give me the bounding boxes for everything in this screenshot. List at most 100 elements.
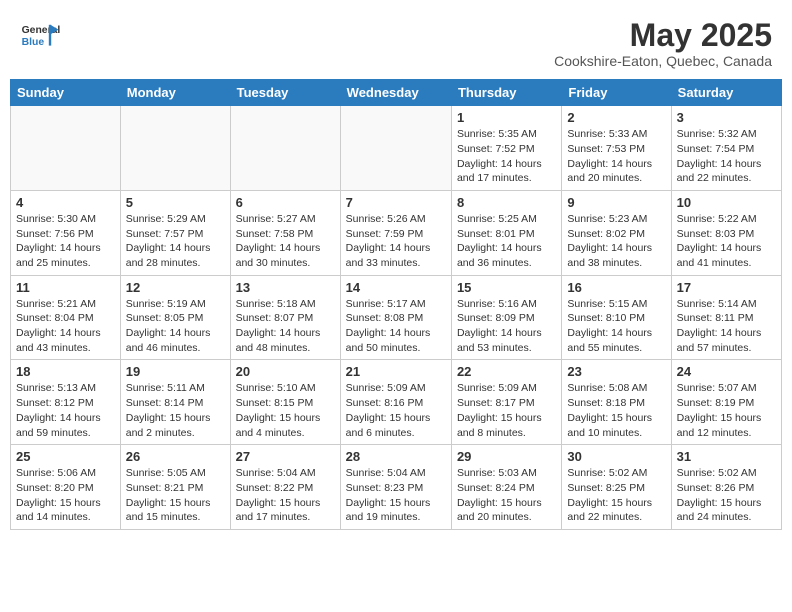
day-info: Sunrise: 5:21 AMSunset: 8:04 PMDaylight:… xyxy=(16,297,115,356)
day-info: Sunrise: 5:03 AMSunset: 8:24 PMDaylight:… xyxy=(457,466,556,525)
day-info: Sunrise: 5:15 AMSunset: 8:10 PMDaylight:… xyxy=(567,297,665,356)
day-info: Sunrise: 5:10 AMSunset: 8:15 PMDaylight:… xyxy=(236,381,335,440)
day-number: 20 xyxy=(236,364,335,379)
page-header: General Blue May 2025 Cookshire-Eaton, Q… xyxy=(10,10,782,73)
calendar-cell: 7 Sunrise: 5:26 AMSunset: 7:59 PMDaylight… xyxy=(340,190,451,275)
day-number: 17 xyxy=(677,280,776,295)
week-row-2: 4 Sunrise: 5:30 AMSunset: 7:56 PMDaylight… xyxy=(11,190,782,275)
calendar-cell: 29 Sunrise: 5:03 AMSunset: 8:24 PMDayligh… xyxy=(451,445,561,530)
day-number: 14 xyxy=(346,280,446,295)
day-info: Sunrise: 5:35 AMSunset: 7:52 PMDaylight:… xyxy=(457,127,556,186)
calendar-cell: 13Sunrise: 5:18 AMSunset: 8:07 PMDayligh… xyxy=(230,275,340,360)
day-number: 7 xyxy=(346,195,446,210)
day-number: 21 xyxy=(346,364,446,379)
day-info: Sunrise: 5:08 AMSunset: 8:18 PMDaylight:… xyxy=(567,381,665,440)
weekday-header-wednesday: Wednesday xyxy=(340,80,451,106)
day-number: 23 xyxy=(567,364,665,379)
day-info: Sunrise: 5:17 AMSunset: 8:08 PMDaylight:… xyxy=(346,297,446,356)
day-info: Sunrise: 5:32 AMSunset: 7:54 PMDaylight:… xyxy=(677,127,776,186)
calendar-cell: 28 Sunrise: 5:04 AMSunset: 8:23 PMDayligh… xyxy=(340,445,451,530)
calendar-cell: 24 Sunrise: 5:07 AMSunset: 8:19 PMDayligh… xyxy=(671,360,781,445)
weekday-header-saturday: Saturday xyxy=(671,80,781,106)
calendar-cell xyxy=(340,106,451,191)
day-number: 19 xyxy=(126,364,225,379)
day-info: Sunrise: 5:22 AMSunset: 8:03 PMDaylight:… xyxy=(677,212,776,271)
calendar-cell: 18 Sunrise: 5:13 AMSunset: 8:12 PMDayligh… xyxy=(11,360,121,445)
weekday-header-tuesday: Tuesday xyxy=(230,80,340,106)
calendar-cell: 30Sunrise: 5:02 AMSunset: 8:25 PMDayligh… xyxy=(562,445,671,530)
day-info: Sunrise: 5:16 AMSunset: 8:09 PMDaylight:… xyxy=(457,297,556,356)
day-info: Sunrise: 5:05 AMSunset: 8:21 PMDaylight:… xyxy=(126,466,225,525)
day-number: 6 xyxy=(236,195,335,210)
day-number: 5 xyxy=(126,195,225,210)
day-number: 30 xyxy=(567,449,665,464)
calendar-cell: 20 Sunrise: 5:10 AMSunset: 8:15 PMDayligh… xyxy=(230,360,340,445)
day-info: Sunrise: 5:18 AMSunset: 8:07 PMDaylight:… xyxy=(236,297,335,356)
calendar-cell: 11Sunrise: 5:21 AMSunset: 8:04 PMDayligh… xyxy=(11,275,121,360)
day-number: 1 xyxy=(457,110,556,125)
calendar-cell: 15 Sunrise: 5:16 AMSunset: 8:09 PMDayligh… xyxy=(451,275,561,360)
day-info: Sunrise: 5:13 AMSunset: 8:12 PMDaylight:… xyxy=(16,381,115,440)
weekday-header-thursday: Thursday xyxy=(451,80,561,106)
calendar-table: SundayMondayTuesdayWednesdayThursdayFrid… xyxy=(10,79,782,530)
weekday-header-sunday: Sunday xyxy=(11,80,121,106)
calendar-cell: 1 Sunrise: 5:35 AMSunset: 7:52 PMDaylight… xyxy=(451,106,561,191)
week-row-4: 18 Sunrise: 5:13 AMSunset: 8:12 PMDayligh… xyxy=(11,360,782,445)
day-number: 10 xyxy=(677,195,776,210)
day-number: 26 xyxy=(126,449,225,464)
calendar-cell: 16Sunrise: 5:15 AMSunset: 8:10 PMDayligh… xyxy=(562,275,671,360)
calendar-cell xyxy=(120,106,230,191)
calendar-cell: 12Sunrise: 5:19 AMSunset: 8:05 PMDayligh… xyxy=(120,275,230,360)
day-number: 3 xyxy=(677,110,776,125)
calendar-cell: 23 Sunrise: 5:08 AMSunset: 8:18 PMDayligh… xyxy=(562,360,671,445)
calendar-cell: 21Sunrise: 5:09 AMSunset: 8:16 PMDayligh… xyxy=(340,360,451,445)
calendar-cell: 3 Sunrise: 5:32 AMSunset: 7:54 PMDaylight… xyxy=(671,106,781,191)
svg-text:Blue: Blue xyxy=(22,37,45,48)
day-info: Sunrise: 5:30 AMSunset: 7:56 PMDaylight:… xyxy=(16,212,115,271)
day-info: Sunrise: 5:11 AMSunset: 8:14 PMDaylight:… xyxy=(126,381,225,440)
day-info: Sunrise: 5:19 AMSunset: 8:05 PMDaylight:… xyxy=(126,297,225,356)
weekday-header-row: SundayMondayTuesdayWednesdayThursdayFrid… xyxy=(11,80,782,106)
calendar-cell: 9 Sunrise: 5:23 AMSunset: 8:02 PMDaylight… xyxy=(562,190,671,275)
day-number: 4 xyxy=(16,195,115,210)
calendar-cell: 22Sunrise: 5:09 AMSunset: 8:17 PMDayligh… xyxy=(451,360,561,445)
day-info: Sunrise: 5:23 AMSunset: 8:02 PMDaylight:… xyxy=(567,212,665,271)
day-number: 29 xyxy=(457,449,556,464)
calendar-cell: 6Sunrise: 5:27 AMSunset: 7:58 PMDaylight… xyxy=(230,190,340,275)
day-number: 2 xyxy=(567,110,665,125)
day-number: 15 xyxy=(457,280,556,295)
day-info: Sunrise: 5:04 AMSunset: 8:23 PMDaylight:… xyxy=(346,466,446,525)
day-number: 8 xyxy=(457,195,556,210)
calendar-cell: 8 Sunrise: 5:25 AMSunset: 8:01 PMDaylight… xyxy=(451,190,561,275)
day-info: Sunrise: 5:26 AMSunset: 7:59 PMDaylight:… xyxy=(346,212,446,271)
day-number: 31 xyxy=(677,449,776,464)
week-row-5: 25 Sunrise: 5:06 AMSunset: 8:20 PMDayligh… xyxy=(11,445,782,530)
calendar-cell: 2Sunrise: 5:33 AMSunset: 7:53 PMDaylight… xyxy=(562,106,671,191)
week-row-1: 1 Sunrise: 5:35 AMSunset: 7:52 PMDaylight… xyxy=(11,106,782,191)
day-number: 25 xyxy=(16,449,115,464)
day-number: 22 xyxy=(457,364,556,379)
day-number: 28 xyxy=(346,449,446,464)
calendar-cell: 31Sunrise: 5:02 AMSunset: 8:26 PMDayligh… xyxy=(671,445,781,530)
calendar-cell: 26 Sunrise: 5:05 AMSunset: 8:21 PMDayligh… xyxy=(120,445,230,530)
calendar-cell: 25 Sunrise: 5:06 AMSunset: 8:20 PMDayligh… xyxy=(11,445,121,530)
day-info: Sunrise: 5:29 AMSunset: 7:57 PMDaylight:… xyxy=(126,212,225,271)
calendar-cell: 5 Sunrise: 5:29 AMSunset: 7:57 PMDaylight… xyxy=(120,190,230,275)
day-number: 18 xyxy=(16,364,115,379)
day-number: 9 xyxy=(567,195,665,210)
calendar-cell: 4 Sunrise: 5:30 AMSunset: 7:56 PMDaylight… xyxy=(11,190,121,275)
calendar-cell xyxy=(11,106,121,191)
calendar-cell xyxy=(230,106,340,191)
day-info: Sunrise: 5:25 AMSunset: 8:01 PMDaylight:… xyxy=(457,212,556,271)
location: Cookshire-Eaton, Quebec, Canada xyxy=(554,53,772,69)
day-info: Sunrise: 5:07 AMSunset: 8:19 PMDaylight:… xyxy=(677,381,776,440)
month-title: May 2025 xyxy=(554,18,772,53)
logo: General Blue xyxy=(20,18,60,54)
logo-svg: General Blue xyxy=(20,18,60,54)
day-number: 24 xyxy=(677,364,776,379)
calendar-cell: 27Sunrise: 5:04 AMSunset: 8:22 PMDayligh… xyxy=(230,445,340,530)
week-row-3: 11Sunrise: 5:21 AMSunset: 8:04 PMDayligh… xyxy=(11,275,782,360)
day-info: Sunrise: 5:06 AMSunset: 8:20 PMDaylight:… xyxy=(16,466,115,525)
calendar-cell: 19 Sunrise: 5:11 AMSunset: 8:14 PMDayligh… xyxy=(120,360,230,445)
calendar-cell: 17Sunrise: 5:14 AMSunset: 8:11 PMDayligh… xyxy=(671,275,781,360)
